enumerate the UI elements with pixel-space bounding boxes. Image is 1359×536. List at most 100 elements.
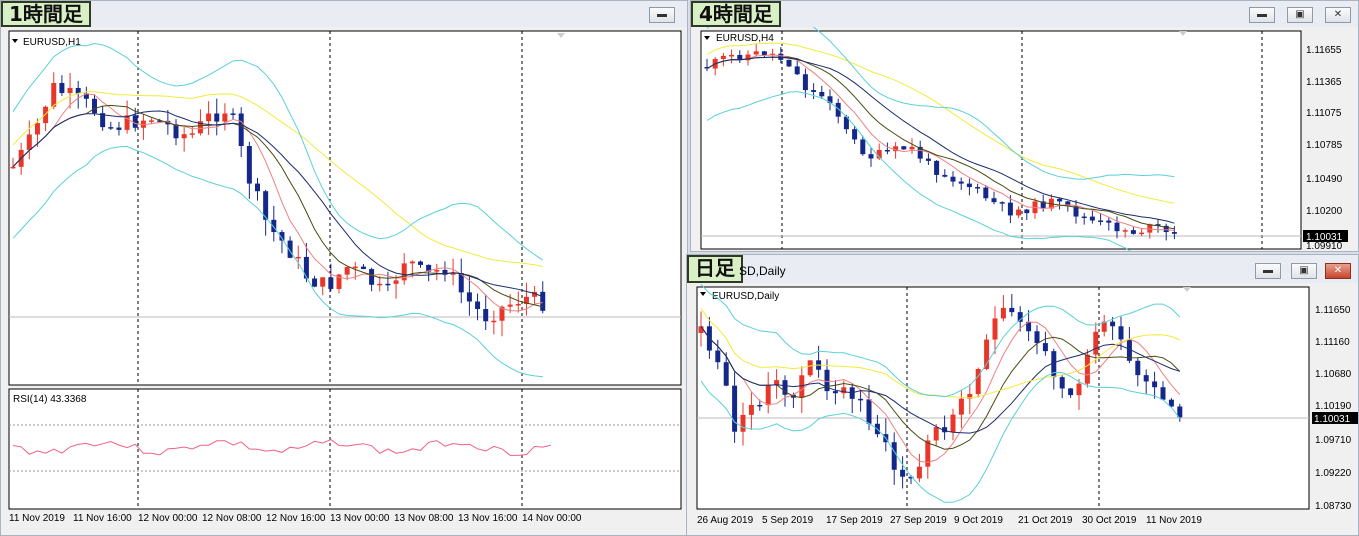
- candle: [925, 158, 931, 161]
- h1-minimize-button[interactable]: ▬: [649, 7, 675, 23]
- daily-window-title: SD,Daily: [739, 264, 786, 278]
- candle: [761, 51, 767, 56]
- candle: [189, 133, 195, 135]
- x-axis-label: 12 Nov 08:00: [202, 513, 262, 524]
- minimize-icon: ▬: [1257, 9, 1267, 20]
- candle: [1106, 220, 1112, 223]
- candle: [975, 187, 981, 189]
- candle: [149, 120, 155, 122]
- x-axis-label: 13 Nov 16:00: [458, 513, 518, 524]
- h4-close-button[interactable]: ✕: [1325, 7, 1351, 23]
- candle: [786, 59, 792, 67]
- candle: [67, 87, 73, 94]
- candle: [43, 106, 49, 124]
- candle: [765, 385, 771, 406]
- candle: [255, 183, 260, 192]
- candle: [1152, 381, 1158, 388]
- candle: [950, 176, 956, 182]
- candle: [799, 375, 805, 398]
- candle: [715, 350, 721, 363]
- chart-symbol-label: EURUSD,Daily: [712, 291, 779, 302]
- candle: [1016, 209, 1022, 216]
- candle: [807, 360, 813, 376]
- candle: [385, 283, 391, 286]
- h4-chart[interactable]: EURUSD,H4 1.11655 1.11365 1.11075 1.10785 1.1…: [691, 27, 1358, 251]
- y-axis-label: 1.10785: [1306, 140, 1343, 151]
- daily-maximize-button[interactable]: ▣: [1291, 263, 1317, 279]
- candle: [753, 51, 759, 55]
- y-axis-label: 1.11365: [1306, 77, 1342, 88]
- candle: [173, 124, 179, 139]
- candle: [352, 266, 358, 269]
- daily-minimize-button[interactable]: ▬: [1255, 263, 1281, 279]
- candle: [246, 146, 252, 184]
- candle: [748, 404, 754, 415]
- candle: [1171, 232, 1177, 234]
- h1-title-bar[interactable]: [1, 1, 687, 27]
- candle: [901, 146, 907, 150]
- h4-chart-window[interactable]: 4時間足 ▬ ▣ ✕ EURUSD,H4 1.11655 1.11365 1.1107…: [690, 0, 1359, 252]
- x-axis-label: 26 Aug 2019: [697, 515, 754, 526]
- h1-chart[interactable]: EURUSD,H1RSI(14) 43.336811 Nov 2019 11 No…: [1, 27, 687, 535]
- candle: [1160, 387, 1166, 400]
- candle: [230, 113, 236, 115]
- daily-close-button[interactable]: ✕: [1325, 263, 1351, 279]
- candle: [1057, 198, 1063, 202]
- candle: [1034, 331, 1040, 344]
- candle: [900, 469, 906, 477]
- candle: [1081, 216, 1087, 219]
- candle: [891, 442, 897, 470]
- candle: [1098, 220, 1104, 222]
- candle: [1009, 307, 1015, 313]
- y-axis-label: 1.09710: [1315, 435, 1352, 446]
- candle: [916, 466, 922, 479]
- candle: [933, 427, 939, 441]
- candle: [108, 127, 114, 129]
- candle: [991, 198, 997, 203]
- h4-minimize-button[interactable]: ▬: [1249, 7, 1275, 23]
- candle: [1122, 230, 1128, 232]
- candle: [1114, 222, 1120, 232]
- candle: [1118, 326, 1124, 340]
- candle: [34, 123, 40, 135]
- rsi-plot-area: [8, 388, 682, 510]
- candle: [206, 113, 212, 122]
- minimize-icon: ▬: [1263, 265, 1273, 276]
- candle: [832, 391, 838, 394]
- daily-chart[interactable]: EURUSD,Daily 1.11650 1.11160 1.10680 1.10190…: [687, 283, 1358, 535]
- x-axis-label: 14 Nov 00:00: [522, 513, 582, 524]
- candle: [1110, 321, 1116, 327]
- x-axis-label: 13 Nov 08:00: [394, 513, 454, 524]
- x-axis-label: 5 Sep 2019: [762, 515, 814, 526]
- candle: [811, 90, 817, 92]
- h4-maximize-button[interactable]: ▣: [1287, 7, 1313, 23]
- candle: [1135, 360, 1141, 376]
- candle: [132, 115, 138, 128]
- candle: [491, 320, 497, 323]
- candle: [312, 278, 318, 287]
- candle: [942, 174, 948, 177]
- candle: [860, 139, 866, 155]
- candle: [934, 160, 940, 175]
- candle: [732, 385, 738, 432]
- candle: [483, 309, 489, 322]
- candle: [507, 304, 513, 307]
- close-icon: ✕: [1333, 9, 1343, 20]
- candle: [975, 369, 981, 395]
- candle: [222, 113, 228, 122]
- candle: [983, 187, 989, 199]
- candle: [1059, 377, 1065, 389]
- candle: [868, 154, 874, 159]
- y-axis-label: 1.10490: [1306, 174, 1343, 185]
- candle: [794, 66, 800, 75]
- daily-chart-window[interactable]: 日足 SD,Daily ▬ ▣ ✕ EURUSD,Daily 1.11650 1.1…: [686, 254, 1359, 536]
- candle: [723, 362, 729, 386]
- x-axis-label: 9 Oct 2019: [954, 515, 1003, 526]
- candle: [884, 149, 890, 152]
- candle: [59, 83, 65, 94]
- h1-chart-window[interactable]: 1時間足 ▬ EURUSD,H1 RSI(14) 43.3368 11 Nov 20…: [0, 0, 688, 536]
- candle: [992, 318, 998, 340]
- x-axis-label: 27 Sep 2019: [890, 515, 947, 526]
- chart-symbol-label: EURUSD,H4: [716, 33, 774, 44]
- y-axis-label: 1.11650: [1315, 305, 1351, 316]
